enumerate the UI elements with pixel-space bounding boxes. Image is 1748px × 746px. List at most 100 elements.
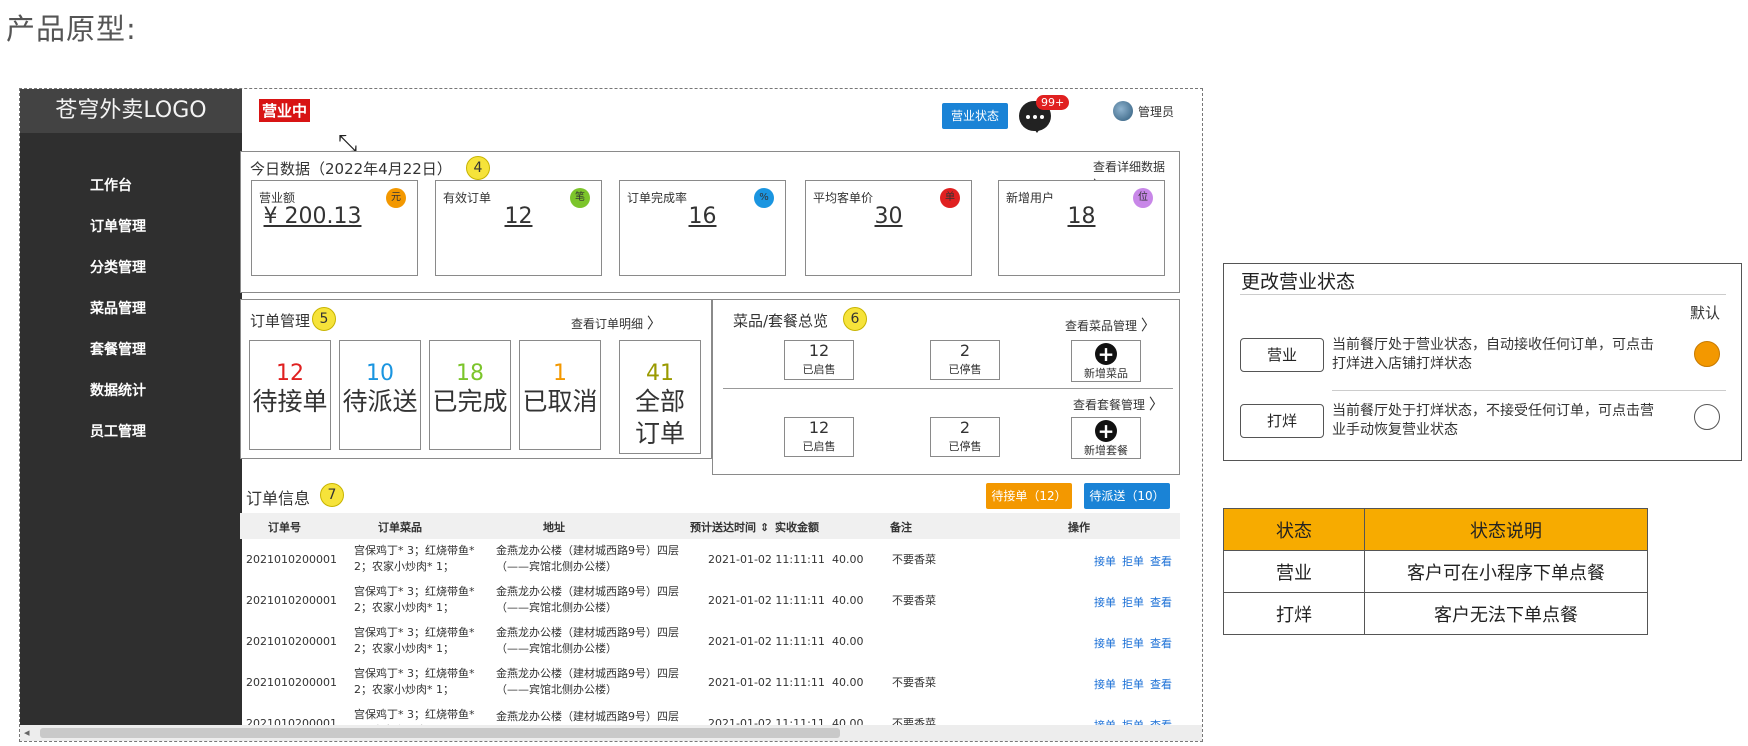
to-deliver-orders-button[interactable]: 待派送（10） [1084,483,1170,509]
view-order-link[interactable]: 查看 [1150,553,1172,569]
stat-card-new-users[interactable]: 新增用户 位 18 [998,180,1165,276]
add-combo-button[interactable]: + 新增套餐 [1071,417,1141,459]
add-combo-label: 新增套餐 [1084,444,1128,457]
accept-order-link[interactable]: 接单 [1094,594,1116,610]
divider [723,388,1173,389]
order-eta: 2021-01-02 11:11:11 [708,717,825,725]
reject-order-link[interactable]: 拒单 [1122,676,1144,692]
reject-order-link[interactable]: 拒单 [1122,717,1144,725]
stat-card-revenue[interactable]: 营业额 元 ¥ 200.13 [251,180,418,276]
stat-value: 16 [688,204,717,229]
accept-order-link[interactable]: 接单 [1094,676,1116,692]
combo-status-label: 已启售 [802,440,836,453]
order-eta: 2021-01-02 11:11:11 [708,635,825,648]
closed-mode-button[interactable]: 打烊 [1240,404,1324,438]
view-order-link[interactable]: 查看 [1150,594,1172,610]
sidebar-item-employees[interactable]: 员工管理 [90,421,146,441]
annotation-badge-7: 7 [320,483,344,507]
pending-orders-button[interactable]: 待接单（12） [986,483,1072,509]
order-id: 2021010200001 [246,594,337,607]
dish-manage-link[interactable]: 查看菜品管理 〉 [1065,314,1156,335]
sidebar-item-combos[interactable]: 套餐管理 [90,339,146,359]
chevron-right-icon: 〉 [1148,395,1164,413]
accept-order-link[interactable]: 接单 [1094,717,1116,725]
order-detail-link[interactable]: 查看订单明细 〉 [571,312,662,333]
stat-card-avg-price[interactable]: 平均客单价 单 30 [805,180,972,276]
accept-order-link[interactable]: 接单 [1094,635,1116,651]
stat-card-completion-rate[interactable]: 订单完成率 % 16 [619,180,786,276]
legend-status: 营业 [1223,550,1365,593]
dish-off-sale[interactable]: 2 已停售 [930,340,1000,380]
admin-name[interactable]: 管理员 [1138,103,1174,120]
column-header: 状态说明 [1364,508,1648,551]
order-card-pending[interactable]: 12 待接单 [249,340,331,450]
order-note: 不要香菜 [892,676,936,689]
horizontal-scrollbar[interactable]: ◂ [20,725,1202,741]
combo-manage-link[interactable]: 查看套餐管理 〉 [1073,393,1164,414]
divider [1240,294,1726,295]
column-header: 实收金额 [775,521,819,534]
sidebar-item-orders[interactable]: 订单管理 [90,216,146,236]
reject-order-link[interactable]: 拒单 [1122,553,1144,569]
order-dishes: 宫保鸡丁* 3；红烧带鱼* 2；农家小炒肉* 1； [354,544,475,573]
order-card-cancelled[interactable]: 1 已取消 [519,340,601,450]
table-header: 状态 状态说明 [1223,508,1648,551]
column-header: 备注 [890,521,912,534]
order-card-to-deliver[interactable]: 10 待派送 [339,340,421,450]
sidebar-item-dishes[interactable]: 菜品管理 [90,298,146,318]
stat-value: ¥ 200.13 [263,204,362,229]
view-order-link[interactable]: 查看 [1150,635,1172,651]
order-id: 2021010200001 [246,717,337,725]
dish-on-sale[interactable]: 12 已启售 [784,340,854,380]
sidebar-item-workbench[interactable]: 工作台 [90,175,132,195]
order-id: 2021010200001 [246,676,337,689]
sidebar-item-statistics[interactable]: 数据统计 [90,380,146,400]
stat-card-valid-orders[interactable]: 有效订单 笔 12 [435,180,602,276]
business-status-button[interactable]: 营业状态 [942,103,1008,129]
open-mode-description: 当前餐厅处于营业状态，自动接收任何订单，可点击打烊进入店铺打烊状态 [1332,337,1654,372]
closed-mode-radio[interactable] [1694,404,1720,430]
view-order-link[interactable]: 查看 [1150,676,1172,692]
view-order-link[interactable]: 查看 [1150,717,1172,725]
column-header-sortable[interactable]: 预计送达时间 ⇕ [690,519,769,535]
scrollbar-thumb[interactable] [40,728,840,738]
column-header: 状态 [1223,508,1365,551]
closed-mode-description: 当前餐厅处于打烊状态，不接受任何订单，可点击营业手动恢复营业状态 [1332,403,1654,438]
reject-order-link[interactable]: 拒单 [1122,635,1144,651]
annotation-badge-5: 5 [312,307,336,331]
app-logo: 苍穹外卖LOGO [20,89,242,133]
order-id: 2021010200001 [246,553,337,566]
order-dishes: 宫保鸡丁* 3；红烧带鱼* 2；农家小炒肉* 1； [354,585,475,614]
order-dishes: 宫保鸡丁* 3；红烧带鱼* 2；农家小炒肉* 1； [354,708,475,725]
add-dish-button[interactable]: + 新增菜品 [1071,340,1141,382]
order-card-label: 待接单 [252,387,328,416]
column-header: 地址 [543,521,565,534]
table-row: 2021010200001 宫保鸡丁* 3；红烧带鱼* 2；农家小炒肉* 1； … [240,707,1180,725]
order-note: 不要香菜 [892,717,936,725]
table-row: 2021010200001 宫保鸡丁* 3；红烧带鱼* 2；农家小炒肉* 1； … [240,666,1180,707]
change-status-panel: 更改营业状态 默认 营业 当前餐厅处于营业状态，自动接收任何订单，可点击打烊进入… [1223,263,1742,461]
today-data-title: 今日数据（2022年4月22日） [250,160,452,178]
order-note: 不要香菜 [892,594,936,607]
column-header: 操作 [1068,521,1090,534]
open-mode-button[interactable]: 营业 [1240,338,1324,372]
table-row: 2021010200001 宫保鸡丁* 3；红烧带鱼* 2；农家小炒肉* 1； … [240,625,1180,666]
order-card-all[interactable]: 41 全部订单 [619,340,701,454]
order-amount: 40.00 [832,717,864,725]
order-dishes: 宫保鸡丁* 3；红烧带鱼* 2；农家小炒肉* 1； [354,626,475,655]
combo-on-sale[interactable]: 12 已启售 [784,417,854,457]
order-card-completed[interactable]: 18 已完成 [429,340,511,450]
open-mode-radio[interactable] [1694,341,1720,367]
message-count-badge: 99+ [1036,95,1070,110]
scroll-left-icon[interactable]: ◂ [24,726,30,739]
sidebar-item-categories[interactable]: 分类管理 [90,257,146,277]
order-card-label: 已取消 [522,387,598,416]
dish-status-label: 已启售 [802,363,836,376]
accept-order-link[interactable]: 接单 [1094,553,1116,569]
reject-order-link[interactable]: 拒单 [1122,594,1144,610]
avatar[interactable] [1113,101,1133,121]
combo-off-sale[interactable]: 2 已停售 [930,417,1000,457]
page-heading: 产品原型: [6,12,137,46]
default-label: 默认 [1690,304,1721,322]
sidebar: 苍穹外卖LOGO 工作台 订单管理 分类管理 菜品管理 套餐管理 数据统计 员工… [20,89,242,741]
